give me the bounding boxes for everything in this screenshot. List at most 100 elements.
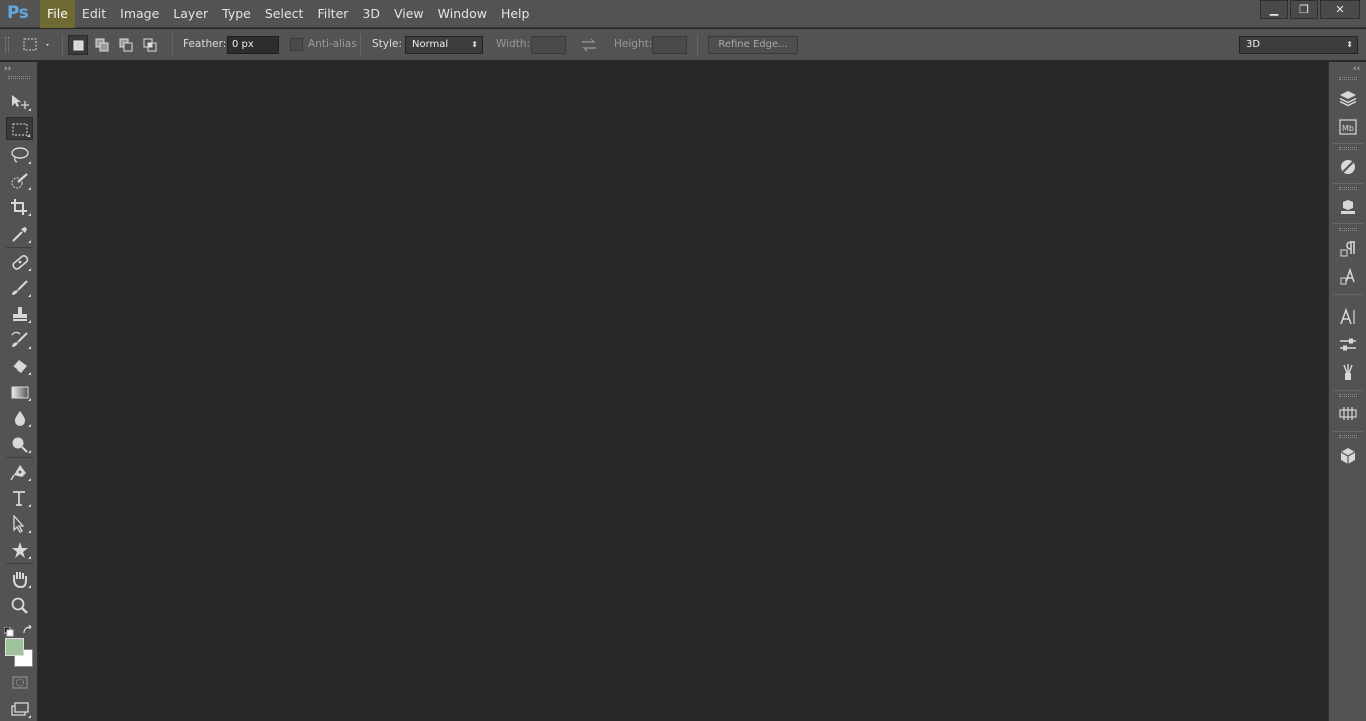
menu-edit[interactable]: Edit xyxy=(75,0,113,28)
subtract-selection-icon xyxy=(119,38,133,52)
document-workspace[interactable] xyxy=(39,62,1327,721)
restore-button[interactable]: ❐ xyxy=(1290,0,1318,19)
menu-3d[interactable]: 3D xyxy=(355,0,387,28)
screen-mode-button[interactable] xyxy=(6,697,33,720)
hand-tool[interactable] xyxy=(6,567,33,590)
dock-grip[interactable] xyxy=(1339,77,1357,80)
pen-icon xyxy=(10,465,26,481)
pen-tool[interactable] xyxy=(6,460,33,483)
color-panel-button[interactable] xyxy=(1336,156,1360,178)
path-selection-icon xyxy=(13,515,25,533)
options-separator xyxy=(360,34,361,56)
refine-edge-button[interactable]: Refine Edge... xyxy=(708,36,798,54)
collapse-panel-icon[interactable]: ‹‹ xyxy=(1353,64,1360,74)
color-wheel-icon xyxy=(1341,160,1355,174)
style-label: Style: xyxy=(372,38,402,50)
eraser-tool[interactable] xyxy=(6,354,33,377)
layers-panel-button[interactable] xyxy=(1336,87,1360,109)
quick-mask-mode-button[interactable] xyxy=(6,671,33,694)
paragraph-styles-icon xyxy=(1340,241,1355,257)
character-panel-button[interactable] xyxy=(1336,306,1360,328)
quick-selection-icon xyxy=(11,173,28,189)
crop-tool[interactable] xyxy=(6,195,33,218)
swap-width-height-icon[interactable] xyxy=(580,37,598,57)
tool-flyout-indicator xyxy=(28,213,31,216)
properties-panel-button[interactable] xyxy=(1336,334,1360,356)
gradient-icon xyxy=(11,386,29,399)
menu-file[interactable]: File xyxy=(40,0,75,28)
intersect-selection-button[interactable] xyxy=(140,35,160,55)
quick-selection-tool[interactable] xyxy=(6,169,33,192)
dock-separator xyxy=(1332,431,1364,432)
workspace-switcher[interactable]: 3D ⬍ xyxy=(1239,36,1358,54)
expand-panel-icon[interactable]: ›› xyxy=(4,64,11,74)
dock-separator xyxy=(1332,294,1364,295)
anti-alias-checkbox[interactable] xyxy=(290,38,303,51)
menu-view[interactable]: View xyxy=(387,0,431,28)
style-select[interactable]: Normal ⬍ xyxy=(405,36,483,54)
dock-separator xyxy=(1332,183,1364,184)
feather-input[interactable]: 0 px xyxy=(227,36,279,54)
paragraph-styles-panel-button[interactable] xyxy=(1336,238,1360,260)
lasso-tool[interactable] xyxy=(6,143,33,166)
options-bar-grip[interactable] xyxy=(5,37,9,53)
3d-scene-icon xyxy=(1341,200,1355,214)
zoom-tool[interactable] xyxy=(6,593,33,616)
path-selection-tool[interactable] xyxy=(6,512,33,535)
dock-grip xyxy=(1339,394,1357,397)
menu-items: File Edit Image Layer Type Select Filter… xyxy=(40,0,536,28)
gradient-tool[interactable] xyxy=(6,380,33,403)
type-tool[interactable] xyxy=(6,486,33,509)
character-styles-panel-button[interactable] xyxy=(1336,266,1360,288)
minimize-button[interactable]: ▁ xyxy=(1260,0,1288,19)
history-brush-tool[interactable] xyxy=(6,328,33,351)
dodge-tool[interactable] xyxy=(6,432,33,455)
menu-type[interactable]: Type xyxy=(215,0,258,28)
height-input[interactable] xyxy=(652,36,687,54)
marquee-preset-icon xyxy=(23,38,49,51)
mini-bridge-panel-button[interactable]: Mb xyxy=(1336,116,1360,138)
3d-panel-button[interactable] xyxy=(1336,196,1360,218)
move-tool[interactable] xyxy=(6,90,33,113)
tools-panel-grip[interactable] xyxy=(8,76,30,79)
clone-stamp-tool[interactable] xyxy=(6,302,33,325)
width-input[interactable] xyxy=(531,36,566,54)
eyedropper-icon xyxy=(12,227,27,242)
bandage-icon xyxy=(12,254,29,270)
tool-flyout-indicator xyxy=(28,556,31,559)
type-icon xyxy=(13,491,25,506)
menu-image[interactable]: Image xyxy=(113,0,166,28)
move-icon xyxy=(12,95,29,109)
menu-window[interactable]: Window xyxy=(431,0,494,28)
menu-help[interactable]: Help xyxy=(494,0,537,28)
width-label: Width: xyxy=(496,38,531,50)
tool-flyout-indicator xyxy=(28,398,31,401)
brush-presets-panel-button[interactable] xyxy=(1336,362,1360,384)
new-selection-button[interactable] xyxy=(68,35,88,55)
close-button[interactable]: ✕ xyxy=(1320,0,1360,19)
tools-separator xyxy=(6,247,33,248)
tool-flyout-indicator xyxy=(28,530,31,533)
custom-shape-tool[interactable] xyxy=(6,538,33,561)
new-selection-icon xyxy=(73,40,84,51)
eyedropper-tool[interactable] xyxy=(6,222,33,245)
rectangular-marquee-tool[interactable] xyxy=(6,117,33,140)
3d-materials-panel-button[interactable] xyxy=(1336,445,1360,467)
timeline-panel-button[interactable] xyxy=(1336,403,1360,425)
tool-flyout-indicator xyxy=(28,585,31,588)
add-to-selection-button[interactable] xyxy=(92,35,112,55)
panel-dock: ‹‹ Mb xyxy=(1328,62,1366,721)
spot-healing-brush-tool[interactable] xyxy=(6,250,33,273)
options-separator xyxy=(62,34,63,56)
menu-layer[interactable]: Layer xyxy=(166,0,215,28)
eraser-icon xyxy=(12,360,27,373)
blur-tool[interactable] xyxy=(6,406,33,429)
menu-select[interactable]: Select xyxy=(258,0,311,28)
tool-flyout-indicator xyxy=(28,478,31,481)
foreground-color-swatch[interactable] xyxy=(5,638,24,656)
tool-preset-picker[interactable] xyxy=(20,35,49,55)
menu-filter[interactable]: Filter xyxy=(310,0,355,28)
history-brush-icon xyxy=(11,331,28,347)
subtract-from-selection-button[interactable] xyxy=(116,35,136,55)
brush-tool[interactable] xyxy=(6,276,33,299)
